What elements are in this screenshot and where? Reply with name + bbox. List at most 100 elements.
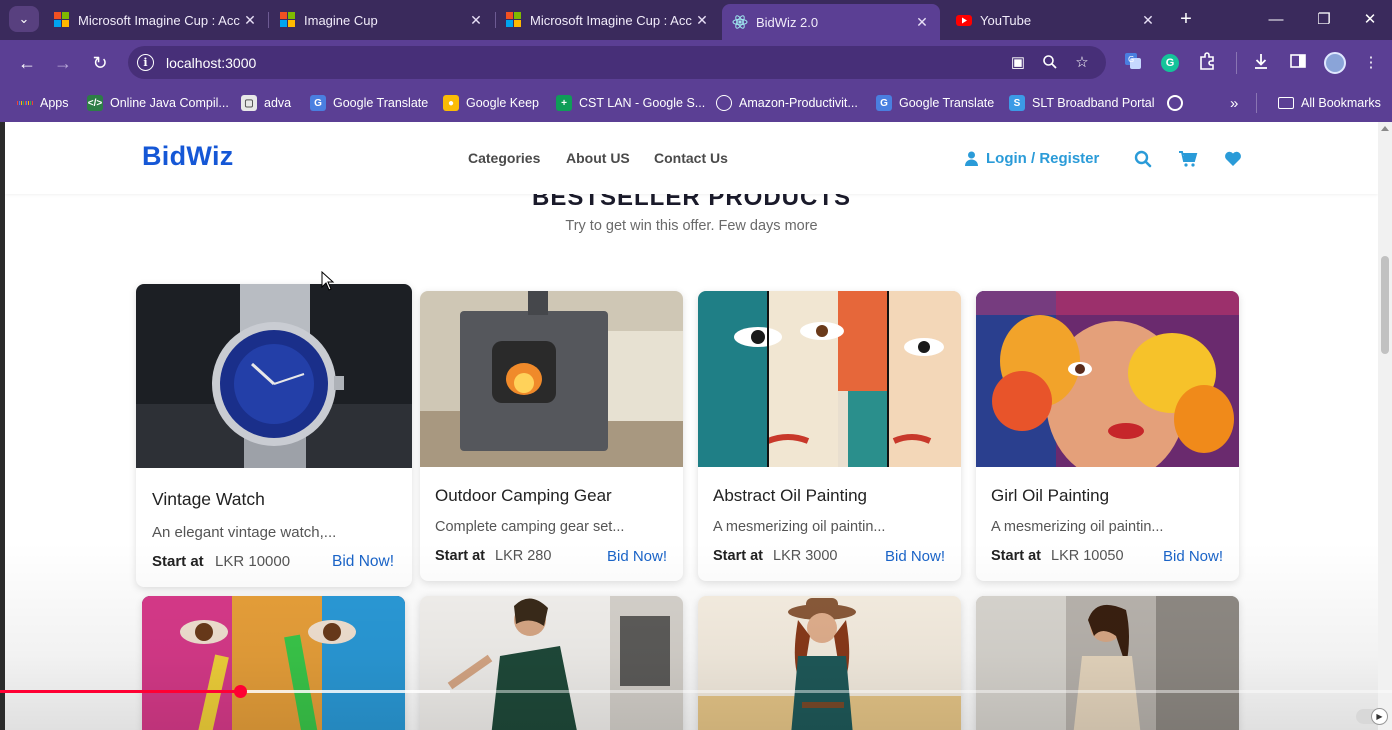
translate-extension-icon[interactable]: G: [1122, 52, 1144, 74]
green-dress-image: [420, 596, 683, 730]
tab-title: Imagine Cup: [304, 12, 378, 28]
close-icon[interactable]: ✕: [694, 12, 710, 29]
bookmark-label: SLT Broadband Portal: [1032, 96, 1155, 110]
bid-now-button[interactable]: Bid Now!: [885, 548, 945, 565]
nav-about-us[interactable]: About US: [566, 150, 630, 166]
minimize-button[interactable]: —: [1264, 8, 1288, 32]
scrollbar-thumb[interactable]: [1381, 256, 1389, 354]
product-card[interactable]: Outdoor Camping Gear Complete camping ge…: [420, 291, 683, 581]
star-icon[interactable]: ☆: [1072, 54, 1092, 72]
start-at-label: Start at: [991, 548, 1041, 564]
cubist-painting-image: [698, 291, 961, 467]
install-app-icon[interactable]: ▣: [1008, 54, 1028, 72]
close-window-button[interactable]: ✕: [1358, 8, 1382, 32]
download-icon[interactable]: [1250, 52, 1272, 74]
product-title[interactable]: Outdoor Camping Gear: [435, 486, 612, 506]
address-bar[interactable]: i ▣ ☆: [128, 46, 1106, 79]
product-card[interactable]: [142, 596, 405, 730]
login-label: Login / Register: [986, 150, 1100, 167]
bookmark-google-translate-2[interactable]: G Google Translate: [876, 93, 994, 113]
plus-icon: +: [1180, 8, 1192, 30]
bookmark-java-compiler[interactable]: </> Online Java Compil...: [87, 93, 229, 113]
bookmark-adva[interactable]: ▢ adva: [241, 93, 291, 113]
site-info-icon[interactable]: i: [137, 54, 154, 71]
reload-button[interactable]: ↻: [87, 50, 113, 76]
start-at-label: Start at: [713, 548, 763, 564]
bid-now-button[interactable]: Bid Now!: [1163, 548, 1223, 565]
tab-3[interactable]: Microsoft Imagine Cup : Acc ✕: [496, 4, 720, 36]
extensions-icon[interactable]: [1196, 52, 1218, 74]
nav-categories[interactable]: Categories: [468, 150, 540, 166]
restore-button[interactable]: ❐: [1312, 8, 1336, 32]
product-card[interactable]: Abstract Oil Painting A mesmerizing oil …: [698, 291, 961, 581]
bookmark-cst-lan[interactable]: + CST LAN - Google S...: [556, 93, 705, 113]
bookmarks-overflow-button[interactable]: »: [1230, 93, 1238, 113]
nav-contact-us[interactable]: Contact Us: [654, 150, 728, 166]
search-icon[interactable]: [1133, 149, 1153, 169]
product-card[interactable]: [976, 596, 1239, 730]
back-button[interactable]: ←: [14, 50, 40, 76]
svg-text:G: G: [1128, 55, 1134, 64]
product-title[interactable]: Girl Oil Painting: [991, 486, 1109, 506]
login-register-link[interactable]: Login / Register: [965, 150, 1099, 167]
forward-button[interactable]: →: [50, 50, 76, 76]
side-panel-icon[interactable]: [1287, 52, 1309, 74]
zoom-icon[interactable]: [1040, 54, 1060, 72]
product-card[interactable]: Girl Oil Painting A mesmerizing oil pain…: [976, 291, 1239, 581]
mouse-cursor-icon: [321, 271, 335, 291]
close-icon: ✕: [1363, 11, 1377, 28]
bookmark-google-keep[interactable]: ● Google Keep: [443, 93, 539, 113]
bid-now-button[interactable]: Bid Now!: [607, 548, 667, 565]
bookmark-slt-broadband[interactable]: S SLT Broadband Portal: [1009, 93, 1155, 113]
bookmark-globe[interactable]: [1167, 93, 1190, 113]
site-logo[interactable]: BidWiz: [142, 141, 234, 172]
tab-search-button[interactable]: ⌄: [9, 6, 39, 32]
close-icon[interactable]: ✕: [468, 12, 484, 29]
bookmark-apps[interactable]: Apps: [17, 93, 69, 113]
bookmark-label: CST LAN - Google S...: [579, 96, 706, 110]
menu-kebab-icon[interactable]: ⋮: [1360, 52, 1382, 74]
tab-title: Microsoft Imagine Cup : Acc: [530, 12, 692, 28]
bookmark-google-translate[interactable]: G Google Translate: [310, 93, 428, 113]
cart-icon[interactable]: [1178, 149, 1198, 169]
tab-2[interactable]: Imagine Cup ✕: [270, 4, 494, 36]
product-card[interactable]: Vintage Watch An elegant vintage watch,.…: [136, 284, 412, 587]
new-tab-button[interactable]: +: [1176, 8, 1196, 32]
product-card[interactable]: [420, 596, 683, 730]
close-icon[interactable]: ✕: [914, 14, 930, 31]
product-title[interactable]: Abstract Oil Painting: [713, 486, 867, 506]
page-scrollbar[interactable]: [1378, 122, 1392, 730]
all-bookmarks-button[interactable]: All Bookmarks: [1278, 93, 1381, 113]
product-card[interactable]: [698, 596, 961, 730]
video-progress-bar[interactable]: [0, 685, 1392, 698]
bookmark-label: Google Translate: [333, 96, 429, 110]
play-icon: ▶: [1371, 708, 1388, 725]
bid-now-button[interactable]: Bid Now!: [332, 553, 394, 571]
globe-icon: [716, 95, 732, 111]
url-input[interactable]: [166, 54, 866, 71]
video-scrubber-handle[interactable]: [234, 685, 247, 698]
bookmark-label: adva: [264, 96, 292, 110]
bookmark-amazon-productivity[interactable]: Amazon-Productivit...: [716, 93, 858, 113]
close-icon[interactable]: ✕: [242, 12, 258, 29]
product-title[interactable]: Vintage Watch: [152, 489, 265, 510]
butterfly-woman-painting-image: [976, 291, 1239, 467]
start-at-label: Start at: [152, 553, 204, 570]
product-description: An elegant vintage watch,...: [152, 524, 337, 541]
profile-avatar-icon[interactable]: [1324, 52, 1346, 74]
close-icon[interactable]: ✕: [1140, 12, 1156, 29]
tab-4-active[interactable]: BidWiz 2.0 ✕: [722, 4, 940, 40]
tab-title: BidWiz 2.0: [756, 14, 819, 30]
scroll-up-arrow-icon[interactable]: [1381, 126, 1389, 131]
arrow-left-icon: ←: [18, 53, 36, 73]
heart-icon[interactable]: [1223, 149, 1243, 169]
bookmark-label: Google Translate: [899, 96, 995, 110]
autoplay-toggle[interactable]: ▶: [1356, 708, 1388, 725]
product-price: LKR 3000: [773, 548, 838, 564]
tab-1[interactable]: Microsoft Imagine Cup : Acc ✕: [44, 4, 268, 36]
tab-5[interactable]: YouTube ✕: [946, 4, 1166, 36]
microsoft-logo-icon: [280, 12, 296, 28]
chevron-down-icon: ⌄: [18, 11, 30, 26]
react-logo-icon: [732, 14, 748, 30]
grammarly-icon[interactable]: G: [1161, 54, 1179, 72]
